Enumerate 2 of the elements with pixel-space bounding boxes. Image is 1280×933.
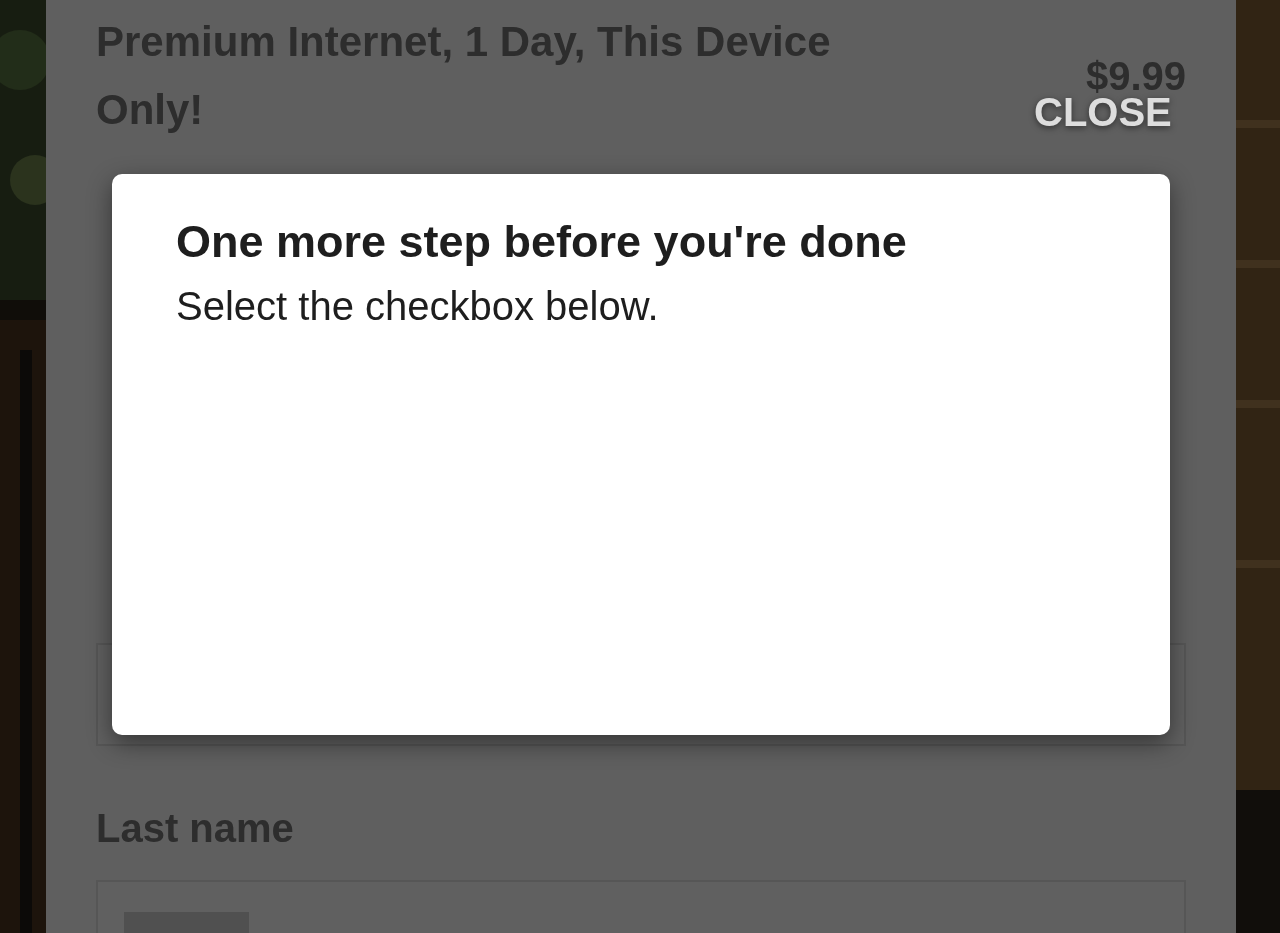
dialog-message: Select the checkbox below. [176, 283, 660, 330]
dialog-title: One more step before you're done [176, 215, 908, 269]
